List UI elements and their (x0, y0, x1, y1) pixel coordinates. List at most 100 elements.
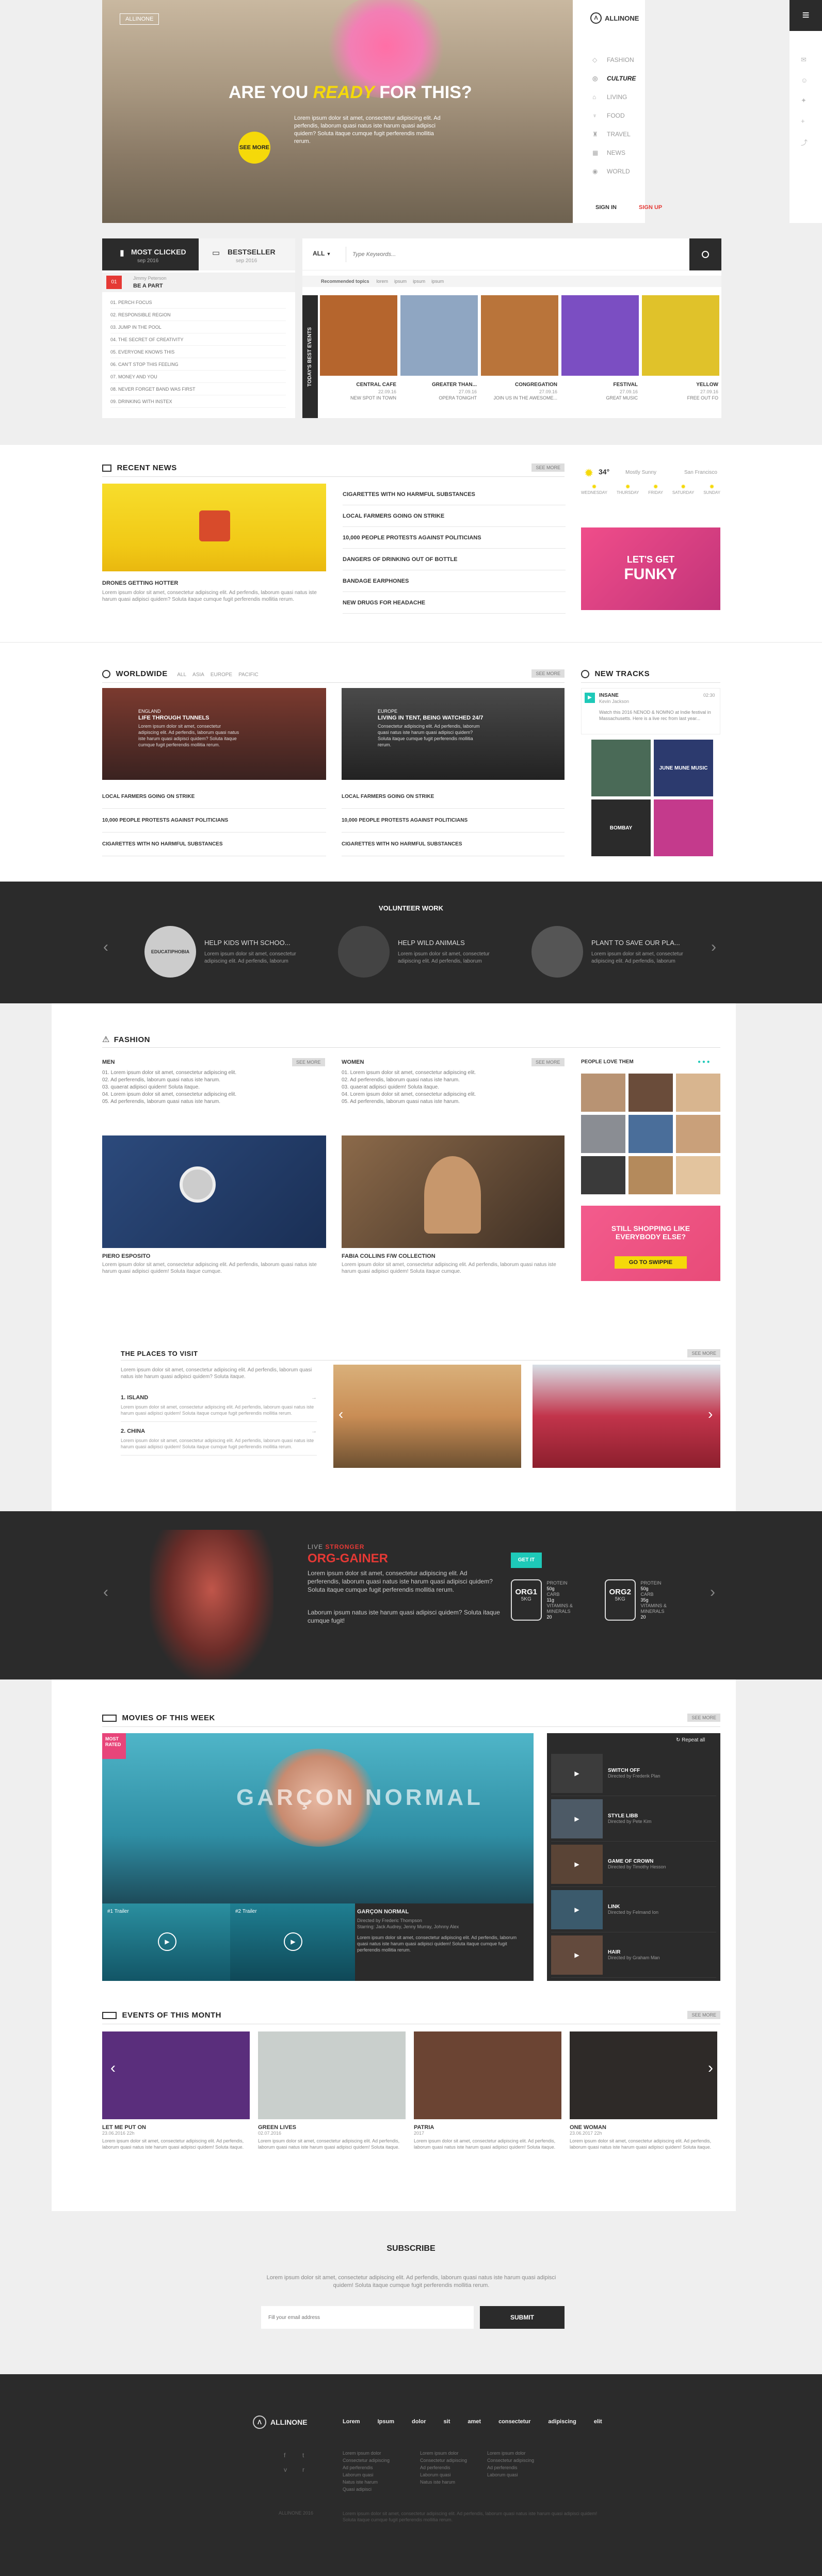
facebook-icon[interactable]: f (284, 2452, 295, 2459)
footer-nav-link[interactable]: sit (444, 2419, 450, 2425)
worldwide-list-item[interactable]: LOCAL FARMERS GOING ON STRIKE (102, 785, 326, 809)
event-card[interactable]: CONGREGATION 27.09.16 JOIN US IN THE AWESO… (481, 295, 558, 418)
topic-link[interactable]: lorem (377, 279, 389, 284)
topic-link[interactable]: ipsum (394, 279, 407, 284)
region-filter[interactable]: ALL (177, 672, 186, 678)
playlist-item[interactable]: ▶ SWITCH OFF Directed by Frederik Plan (551, 1751, 716, 1796)
twitter-icon[interactable]: t (302, 2452, 314, 2459)
product[interactable]: ORG2 5KG PROTEIN 50g CARB 35g VITAMINS & MINER… (605, 1579, 686, 1621)
track-cover[interactable] (591, 740, 651, 796)
footer-nav-link[interactable]: elit (594, 2419, 602, 2425)
plus-icon[interactable]: + (801, 117, 808, 125)
shop-ad-cta[interactable]: GO TO SWIPPIE (615, 1256, 687, 1269)
events-prev-arrow[interactable]: ‹ (110, 2059, 116, 2077)
footer-link[interactable]: Ad perferendis (343, 2464, 390, 2471)
month-event[interactable]: LET ME PUT ON 23.06.2016 22h Lorem ipsum d… (102, 2031, 250, 2150)
signin-link[interactable]: SIGN IN (595, 204, 617, 211)
repeat-toggle[interactable]: ↻ Repeat all (676, 1737, 705, 1743)
footer-link[interactable]: Lorem ipsum dolor (343, 2450, 390, 2457)
worldwide-list-item[interactable]: 10,000 PEOPLE PROTESTS AGAINST POLITICIA… (102, 809, 326, 833)
people-thumb[interactable] (628, 1115, 673, 1153)
tab-bestseller[interactable]: BESTSELLER sep 2016 ▭ (199, 238, 295, 270)
list-item[interactable]: 07. MONEY AND YOU (110, 371, 286, 383)
events-next-arrow[interactable]: › (708, 2059, 713, 2077)
region-filter[interactable]: PACIFIC (238, 672, 259, 678)
footer-link[interactable]: Ad perferendis (487, 2464, 534, 2471)
share-icon[interactable]: ⤴ (801, 137, 808, 147)
place-image-2[interactable]: › (533, 1365, 720, 1468)
footer-nav-link[interactable]: Lorem (343, 2419, 360, 2425)
women-list-item[interactable]: 04. Lorem ipsum dolor sit amet, consecte… (342, 1091, 565, 1098)
trailer-2[interactable]: #2 Trailer ▶ (230, 1903, 355, 1981)
trailer-1[interactable]: #1 Trailer ▶ (102, 1903, 230, 1981)
comment-icon[interactable]: ☺ (801, 76, 808, 84)
events-see-more[interactable]: SEE MORE (687, 2011, 720, 2019)
women-see-more[interactable]: SEE MORE (531, 1058, 565, 1066)
footer-link[interactable]: Consectetur adipiscing (420, 2457, 467, 2464)
track-cover[interactable]: BOMBAY (591, 799, 651, 856)
worldwide-list-item[interactable]: 10,000 PEOPLE PROTESTS AGAINST POLITICIA… (342, 809, 565, 833)
list-item[interactable]: 01. PERCH FOCUS (110, 296, 286, 309)
chat-icon[interactable]: ✉ (801, 56, 808, 64)
volunteer-next-arrow[interactable]: › (711, 938, 716, 956)
subscribe-submit-button[interactable]: SUBMIT (480, 2306, 565, 2329)
list-item[interactable]: 03. JUMP IN THE POOL (110, 321, 286, 333)
footer-link[interactable]: Consectetur adipiscing (487, 2457, 534, 2464)
topic-link[interactable]: ipsum (431, 279, 444, 284)
footer-link[interactable]: Lorem ipsum dolor (420, 2450, 467, 2457)
rss-icon[interactable]: r (302, 2466, 314, 2473)
list-item[interactable]: 08. NEVER FORGET BAND WAS FIRST (110, 383, 286, 395)
men-list-item[interactable]: 05. Ad perferendis, laborum quasi natus … (102, 1098, 326, 1106)
people-thumb[interactable] (581, 1156, 625, 1194)
women-list-item[interactable]: 03. quaerat adipisci quidem! Soluta itaq… (342, 1084, 565, 1091)
side-nav-item-fashion[interactable]: ◇ FASHION (592, 51, 644, 69)
side-nav-item-world[interactable]: ◉ WORLD (592, 162, 644, 181)
news-list-item[interactable]: LOCAL FARMERS GOING ON STRIKE (343, 505, 566, 527)
list-item[interactable]: 06. CAN'T STOP THIS FEELING (110, 358, 286, 371)
people-thumb[interactable] (628, 1074, 673, 1112)
footer-nav-link[interactable]: dolor (412, 2419, 426, 2425)
funky-ad[interactable]: LET'S GET FUNKY (581, 527, 720, 610)
footer-nav-link[interactable]: adipiscing (548, 2419, 576, 2425)
worldwide-see-more[interactable]: SEE MORE (531, 669, 565, 678)
people-thumb[interactable] (581, 1074, 625, 1112)
see-more-circle-button[interactable]: SEE MORE (238, 132, 270, 164)
list-item[interactable]: 04. THE SECRET OF CREATIVITY (110, 333, 286, 346)
worldwide-card-2[interactable]: EUROPE LIVING IN TENT, BEING WATCHED 24/… (342, 688, 565, 780)
side-nav-item-travel[interactable]: ♜ TRAVEL (592, 125, 644, 143)
search-button[interactable] (689, 238, 721, 270)
track-cover[interactable] (654, 799, 713, 856)
event-card[interactable]: GREATER THAN... 27.09.16 OPERA TONIGHT (400, 295, 478, 418)
people-thumb[interactable] (581, 1115, 625, 1153)
women-list-item[interactable]: 02. Ad perferendis, laborum quasi natus … (342, 1077, 565, 1084)
vimeo-icon[interactable]: v (284, 2466, 295, 2473)
footer-link[interactable]: Natus iste harum (343, 2478, 390, 2486)
women-list-item[interactable]: 01. Lorem ipsum dolor sit amet, consecte… (342, 1069, 565, 1077)
movie-feature[interactable]: MOST RATED GARÇON NORMAL (102, 1733, 534, 1903)
men-list-item[interactable]: 03. quaerat adipisci quidem! Soluta itaq… (102, 1084, 326, 1091)
subscribe-email-input[interactable] (261, 2306, 474, 2329)
menu-button[interactable]: ≡ (789, 0, 822, 31)
trailer-1-play-icon[interactable]: ▶ (158, 1932, 176, 1951)
women-list-item[interactable]: 05. Ad perferendis, laborum quasi natus … (342, 1098, 565, 1106)
playlist-item[interactable]: ▶ LINK Directed by Felmand Ion (551, 1887, 716, 1932)
event-card[interactable]: FESTIVAL 27.09.16 GREAT MUSIC (561, 295, 639, 418)
place2-next-arrow[interactable]: › (708, 1406, 713, 1422)
featured-item[interactable]: 01 Jimmy Peterson BE A PART (102, 273, 295, 292)
worldwide-list-item[interactable]: CIGARETTES WITH NO HARMFUL SUBSTANCES (102, 833, 326, 856)
places-see-more[interactable]: SEE MORE (687, 1349, 720, 1357)
event-card[interactable]: YELLOW 27.09.16 FREE OUT FO (642, 295, 719, 418)
volunteer-item[interactable]: PLANT TO SAVE OUR PLA... Lorem ipsum dolo… (531, 926, 702, 978)
get-it-button[interactable]: GET IT (511, 1553, 542, 1568)
recent-news-see-more[interactable]: SEE MORE (531, 463, 565, 472)
list-item[interactable]: 02. RESPONSIBLE REGION (110, 309, 286, 321)
men-list-item[interactable]: 01. Lorem ipsum dolor sit amet, consecte… (102, 1069, 326, 1077)
track-cover[interactable]: JUNE MUNE MUSIC (654, 740, 713, 796)
men-list-item[interactable]: 02. Ad perferendis, laborum quasi natus … (102, 1077, 326, 1084)
playlist-item[interactable]: ▶ HAIR Directed by Graham Man (551, 1932, 716, 1978)
play-button[interactable]: ▶ (585, 693, 595, 703)
news-list-item[interactable]: BANDAGE EARPHONES (343, 570, 566, 592)
place-image-1[interactable]: ‹ (333, 1365, 521, 1468)
footer-link[interactable]: Consectetur adipiscing (343, 2457, 390, 2464)
footer-link[interactable]: Ad perferendis (420, 2464, 467, 2471)
